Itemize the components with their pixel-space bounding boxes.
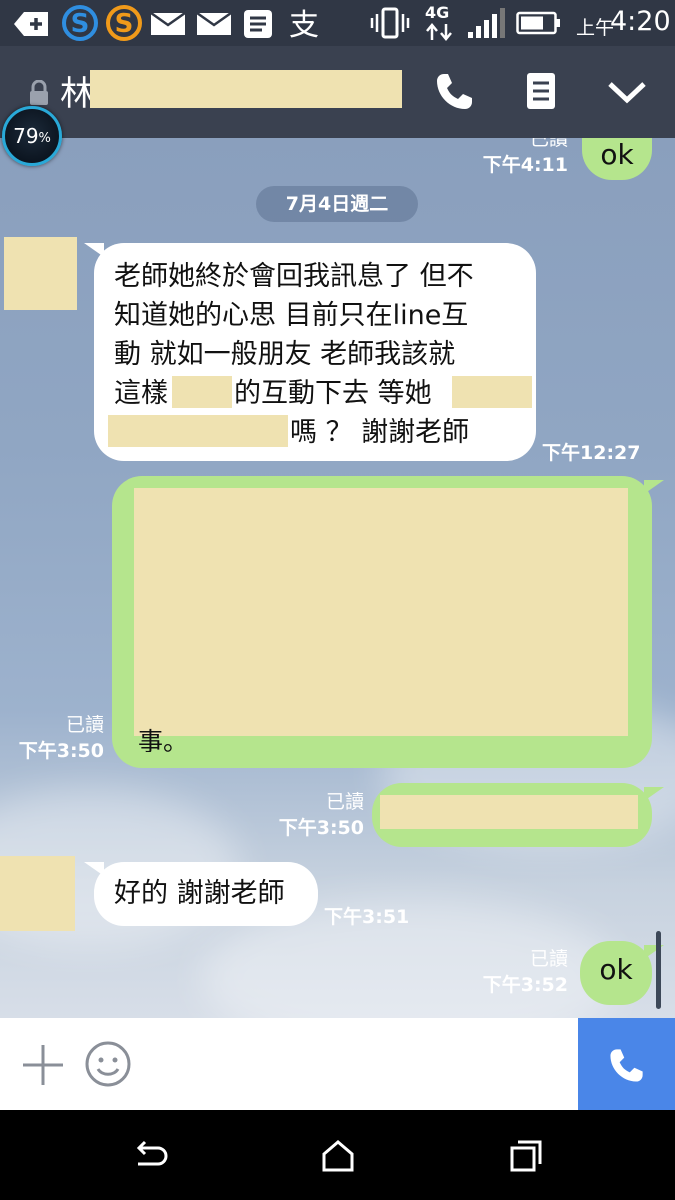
status-ampm: 上午: [576, 17, 615, 39]
message-time: 下午12:27: [542, 442, 641, 464]
message-bubble-out[interactable]: 事。: [112, 476, 652, 768]
navigation-bar: [0, 1110, 675, 1200]
s-app-blue-icon: S: [62, 5, 98, 41]
s-app-orange-icon: S: [106, 5, 142, 41]
redacted-message: [134, 488, 628, 736]
message-line-4: 這樣 的互動下去 等她: [114, 374, 536, 413]
redacted-text: [172, 376, 232, 408]
message-meta: 下午12:27: [542, 440, 640, 466]
status-bar: S S 支 4G 上午 4:20: [0, 0, 675, 46]
chat-area[interactable]: 已讀 下午4:11 ok 7月4日週二 老師她終於會回我訊息了 但不 知道她的心…: [0, 138, 675, 1018]
message-meta: 已讀 下午3:52: [474, 946, 568, 998]
date-divider: 7月4日週二: [256, 186, 418, 222]
message-fragment: 這樣: [114, 378, 168, 409]
message-bubble-out[interactable]: ok: [580, 941, 652, 1005]
message-time: 下午3:50: [18, 740, 104, 762]
redacted-text: [108, 415, 288, 447]
message-text: ok: [599, 953, 633, 986]
lock-icon: [30, 80, 48, 105]
message-line: 動 就如一般朋友 老師我該就: [114, 339, 456, 370]
message-time: 下午3:51: [324, 906, 410, 928]
message-time: 下午3:52: [482, 974, 568, 996]
bubble-tail: [644, 480, 664, 494]
input-bar: [0, 1018, 675, 1110]
message-line-5: 嗎 ？ 謝謝老師: [108, 413, 536, 452]
call-button[interactable]: [578, 1018, 675, 1110]
chat-header: 林: [0, 46, 675, 138]
add-notification-icon: [14, 12, 48, 36]
memo-icon[interactable]: [516, 66, 566, 116]
plus-icon[interactable]: [20, 1042, 66, 1088]
message-meta: 下午3:51: [324, 904, 409, 930]
message-meta: 已讀 下午4:11: [470, 138, 568, 178]
bubble-tail: [644, 787, 664, 801]
redacted-message: [380, 795, 638, 829]
recents-icon[interactable]: [506, 1136, 546, 1176]
status-time: 4:20: [610, 6, 671, 37]
message-bubble-in[interactable]: 老師她終於會回我訊息了 但不 知道她的心思 目前只在line互 動 就如一般朋友…: [94, 243, 536, 461]
message-time: 下午4:11: [482, 154, 568, 176]
battery-percent: 79: [13, 124, 39, 148]
chevron-down-icon[interactable]: [602, 66, 652, 116]
message-line: 老師她終於會回我訊息了 但不: [114, 261, 474, 292]
back-icon[interactable]: [130, 1136, 170, 1176]
network-type: 4G: [425, 3, 450, 22]
message-text: 好的 謝謝老師: [114, 878, 285, 909]
phone-icon[interactable]: [430, 66, 480, 116]
message-meta: 已讀 下午3:50: [270, 789, 364, 841]
read-status: 已讀: [529, 948, 568, 970]
vibrate-icon: [370, 7, 410, 39]
message-fragment: 嗎 ？ 謝謝老師: [290, 417, 470, 448]
bubble-tail: [644, 945, 664, 959]
battery-unit: %: [38, 130, 51, 146]
note-icon: [244, 10, 272, 38]
read-status: 已讀: [529, 138, 568, 150]
alipay-icon: 支: [289, 8, 319, 42]
contact-name[interactable]: 林: [60, 66, 94, 115]
message-line: 知道她的心思 目前只在line互: [114, 300, 469, 331]
message-bubble-out[interactable]: [372, 783, 652, 847]
read-status: 已讀: [65, 714, 104, 736]
avatar[interactable]: [4, 237, 77, 310]
svg-text:S: S: [115, 9, 134, 39]
mail-icon: [150, 12, 186, 35]
home-icon[interactable]: [318, 1136, 358, 1176]
redacted-text: [452, 376, 532, 408]
data-arrows-icon: [426, 23, 452, 41]
mail-icon-2: [196, 12, 232, 35]
avatar[interactable]: [0, 856, 75, 931]
scrollbar[interactable]: [656, 931, 661, 1009]
redacted-contact-name: [90, 70, 402, 108]
message-tail-text: 事。: [138, 728, 189, 752]
emoji-icon[interactable]: [84, 1040, 132, 1088]
message-meta: 已讀 下午3:50: [10, 712, 104, 764]
read-status: 已讀: [325, 791, 364, 813]
battery-widget[interactable]: 79%: [2, 106, 62, 166]
signal-icon: [468, 8, 505, 38]
message-time: 下午3:50: [278, 817, 364, 839]
phone-icon: [610, 1049, 643, 1082]
message-bubble-out[interactable]: ok: [582, 138, 652, 180]
battery-icon: [516, 11, 560, 35]
message-text: ok: [600, 138, 634, 171]
message-fragment: 的互動下去 等她: [234, 378, 432, 409]
svg-text:支: 支: [289, 8, 319, 42]
svg-text:S: S: [71, 9, 90, 39]
message-bubble-in[interactable]: 好的 謝謝老師: [94, 862, 318, 926]
